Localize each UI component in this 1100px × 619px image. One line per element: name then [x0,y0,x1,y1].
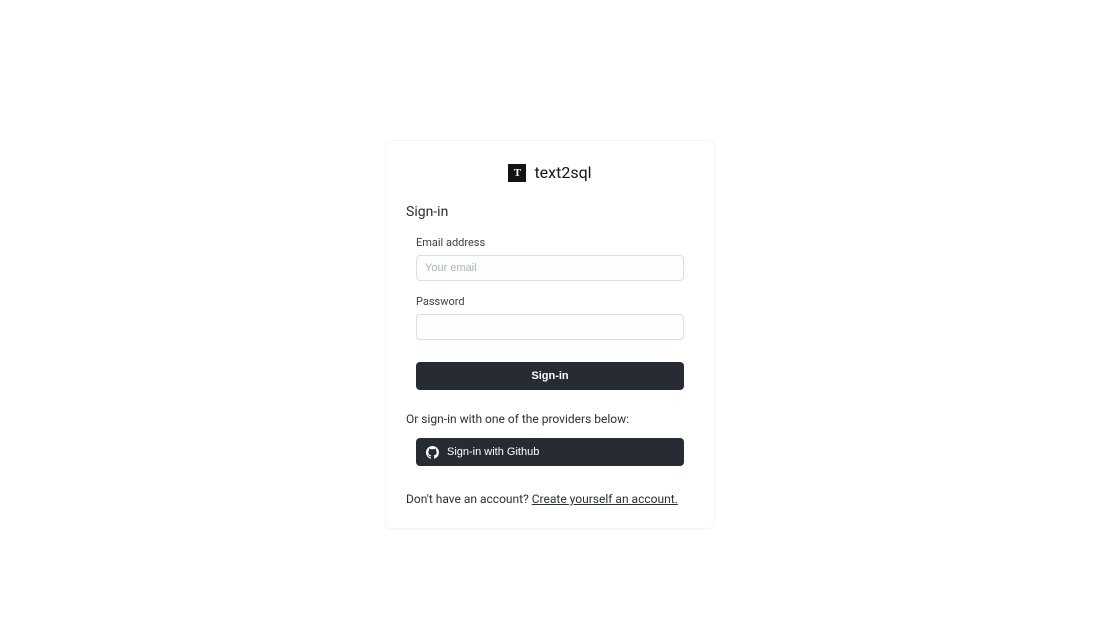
signup-footer: Don't have an account? Create yourself a… [406,492,694,506]
brand-name-part1: text [534,163,561,182]
email-field[interactable] [416,255,684,281]
github-icon [426,446,439,459]
password-label: Password [416,295,684,308]
providers-divider: Or sign-in with one of the providers bel… [406,412,694,426]
signin-card: T text2sql Sign-in Email address Passwor… [385,140,715,529]
signin-button[interactable]: Sign-in [416,362,684,390]
email-label: Email address [416,236,684,249]
github-signin-button[interactable]: Sign-in with Github [416,438,684,466]
brand-logo-icon: T [508,164,526,182]
email-group: Email address [406,236,694,281]
password-group: Password [406,295,694,340]
signup-prefix: Don't have an account? [406,492,532,506]
brand-header: T text2sql [406,163,694,182]
github-signin-label: Sign-in with Github [447,446,539,458]
brand-logo-letter: T [514,167,521,179]
page-title: Sign-in [406,204,694,220]
brand-name: text2sql [534,163,591,182]
password-field[interactable] [416,314,684,340]
create-account-link[interactable]: Create yourself an account. [532,492,678,506]
brand-name-part2: 2sql [561,163,591,182]
